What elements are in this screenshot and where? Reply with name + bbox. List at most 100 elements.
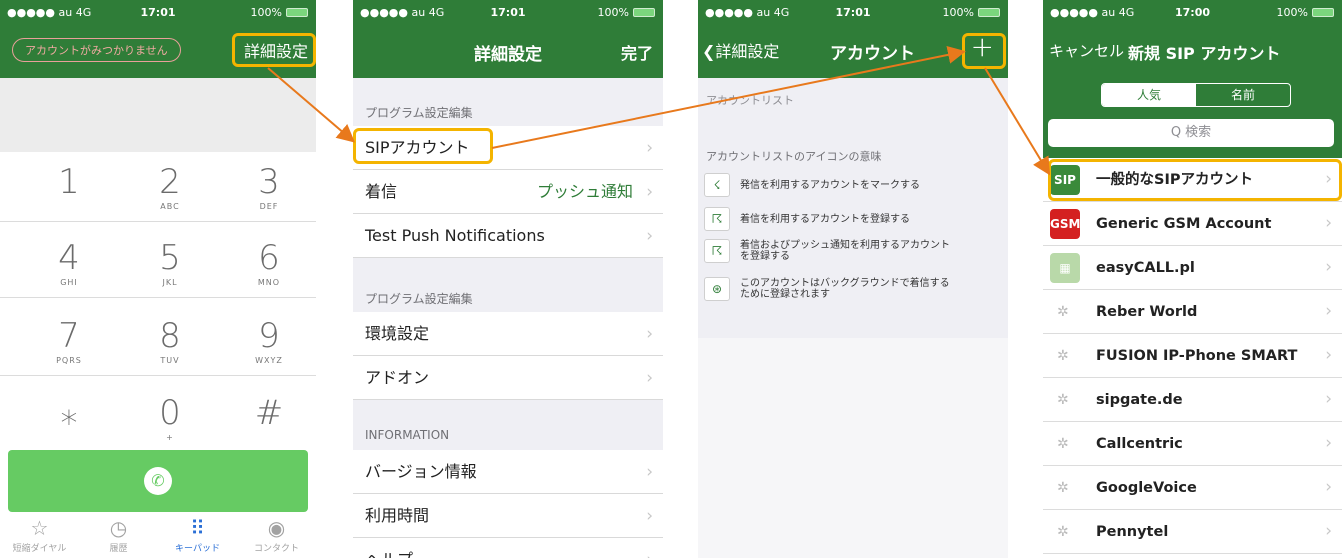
provider-row[interactable]: ✲ GoogleVoice › xyxy=(1043,466,1342,510)
done-button[interactable]: 完了 xyxy=(621,40,653,64)
account-list-header: アカウントリスト xyxy=(706,94,794,107)
provider-row[interactable]: ▦ easyCALL.pl › xyxy=(1043,246,1342,290)
chevron-right-icon: › xyxy=(1325,433,1332,453)
key-digit: ⁎ xyxy=(60,393,78,433)
chevron-right-icon: › xyxy=(1325,477,1332,497)
chevron-right-icon: › xyxy=(646,138,653,158)
chevron-right-icon: › xyxy=(1325,345,1332,365)
provider-name: sipgate.de xyxy=(1096,392,1183,408)
provider-name: GoogleVoice xyxy=(1096,480,1197,496)
key-digit: 7 xyxy=(58,316,80,356)
tab-keypad[interactable]: ⠿ キーパッド xyxy=(158,515,237,554)
keypad-key[interactable]: 2 ABC xyxy=(120,162,220,212)
keypad-key[interactable]: 3 DEF xyxy=(219,162,316,212)
tab-label: 履歴 xyxy=(109,544,128,554)
provider-row[interactable]: GSM Generic GSM Account › xyxy=(1043,202,1342,246)
row-label: ヘルプ xyxy=(365,550,413,558)
section-header: INFORMATION xyxy=(353,428,663,442)
key-letters: WXYZ xyxy=(255,356,283,365)
key-letters: MNO xyxy=(257,278,281,287)
status-bar: ●●●●● au 4G 17:01 100% xyxy=(698,0,1008,24)
battery-percent: 100% xyxy=(250,6,282,19)
key-digit: 6 xyxy=(258,238,280,278)
loading-spinner-icon: ✲ xyxy=(1057,392,1069,408)
keypad-key[interactable]: ⁎ xyxy=(19,393,119,443)
settings-row-version[interactable]: バージョン情報 › xyxy=(353,450,663,494)
push-incoming-icon: ☈ xyxy=(704,239,730,263)
row-label: アドオン xyxy=(365,368,430,387)
keypad-key[interactable]: 4 GHI xyxy=(19,238,119,288)
key-letters: TUV xyxy=(160,356,180,365)
phone-icon: ✆ xyxy=(144,467,172,495)
key-letters xyxy=(19,433,119,443)
chevron-right-icon: › xyxy=(1325,521,1332,541)
chevron-right-icon: › xyxy=(1325,257,1332,277)
provider-row[interactable]: ✲ sipgate.de › xyxy=(1043,378,1342,422)
icon-legend-header: アカウントリストのアイコンの意味 xyxy=(706,150,882,163)
segment-popular[interactable]: 人気 xyxy=(1102,84,1196,106)
tab-history[interactable]: ◷ 履歴 xyxy=(79,515,158,554)
keypad-icon: ⠿ xyxy=(190,516,205,540)
key-digit: 4 xyxy=(58,238,80,278)
chevron-right-icon: › xyxy=(1325,301,1332,321)
tab-label: 短縮ダイヤル xyxy=(12,544,67,554)
key-letters xyxy=(19,202,119,212)
keypad-key[interactable]: 8 TUV xyxy=(120,316,220,366)
battery-percent: 100% xyxy=(942,6,974,19)
account-status-pill[interactable]: アカウントがみつかりません xyxy=(12,38,181,62)
keypad-key[interactable]: 9 WXYZ xyxy=(219,316,316,366)
loading-spinner-icon: ✲ xyxy=(1057,348,1069,364)
provider-name: Callcentric xyxy=(1096,436,1183,452)
settings-row-addons[interactable]: アドオン › xyxy=(353,356,663,400)
settings-row-incoming[interactable]: 着信 プッシュ通知 › xyxy=(353,170,663,214)
provider-row[interactable]: ✲ Reber World › xyxy=(1043,290,1342,334)
provider-row[interactable]: ✲ FUSION IP-Phone SMART › xyxy=(1043,334,1342,378)
back-button[interactable]: ❮詳細設定 xyxy=(702,38,779,62)
outgoing-call-icon: ☇ xyxy=(704,173,730,197)
keypad-key[interactable]: 1 xyxy=(19,162,119,212)
chevron-right-icon: › xyxy=(646,506,653,526)
provider-name: Pennytel xyxy=(1096,524,1169,540)
page-title: 新規 SIP アカウント xyxy=(1128,44,1281,63)
keypad-key[interactable]: 6 MNO xyxy=(219,238,316,288)
settings-row-preferences[interactable]: 環境設定 › xyxy=(353,312,663,356)
key-digit: # xyxy=(254,393,284,433)
cancel-button[interactable]: キャンセル xyxy=(1049,40,1124,61)
legend-text: 着信およびプッシュ通知を利用するアカウント を登録する xyxy=(740,240,950,262)
key-letters: GHI xyxy=(60,278,78,287)
provider-row[interactable]: ✲ Callcentric › xyxy=(1043,422,1342,466)
keypad-key[interactable]: 7 PQRS xyxy=(19,316,119,366)
call-button[interactable]: ✆ xyxy=(8,450,308,512)
highlight-box xyxy=(232,33,316,67)
key-digit: 1 xyxy=(58,162,80,202)
key-digit: 9 xyxy=(258,316,280,356)
key-digit: 2 xyxy=(159,162,181,202)
search-input[interactable]: Q 検索 xyxy=(1048,119,1334,147)
legend-item: ☈ 着信およびプッシュ通知を利用するアカウント を登録する xyxy=(704,238,1000,264)
status-bar: ●●●●● au 4G 17:01 100% xyxy=(0,0,316,24)
keypad-divider xyxy=(0,221,316,222)
battery-percent: 100% xyxy=(597,6,629,19)
chevron-right-icon: › xyxy=(646,182,653,202)
provider-name: easyCALL.pl xyxy=(1096,260,1195,276)
settings-row-usage[interactable]: 利用時間 › xyxy=(353,494,663,538)
settings-row-help[interactable]: ヘルプ › xyxy=(353,538,663,558)
key-digit: 3 xyxy=(258,162,280,202)
row-label: Test Push Notifications xyxy=(365,226,545,245)
battery-icon xyxy=(978,8,1000,17)
keypad-key[interactable]: 5 JKL xyxy=(120,238,220,288)
chevron-right-icon: › xyxy=(646,462,653,482)
keypad-key[interactable]: 0 + xyxy=(120,393,220,443)
segment-name[interactable]: 名前 xyxy=(1196,84,1290,106)
tab-contacts[interactable]: ◉ コンタクト xyxy=(237,515,316,554)
provider-name: FUSION IP-Phone SMART xyxy=(1096,348,1298,364)
battery-icon xyxy=(286,8,308,17)
highlight-box xyxy=(962,33,1006,69)
keypad-key[interactable]: # xyxy=(219,393,316,443)
settings-row-test-push[interactable]: Test Push Notifications › xyxy=(353,214,663,258)
provider-row[interactable]: ✲ Pennytel › xyxy=(1043,510,1342,554)
phone-account-list: ●●●●● au 4G 17:01 100% ❮詳細設定 アカウント + アカウ… xyxy=(698,0,1008,558)
loading-spinner-icon: ✲ xyxy=(1057,480,1069,496)
legend-item: ☈ 着信を利用するアカウントを登録する xyxy=(704,206,1000,232)
tab-speed-dial[interactable]: ☆ 短縮ダイヤル xyxy=(0,515,79,554)
